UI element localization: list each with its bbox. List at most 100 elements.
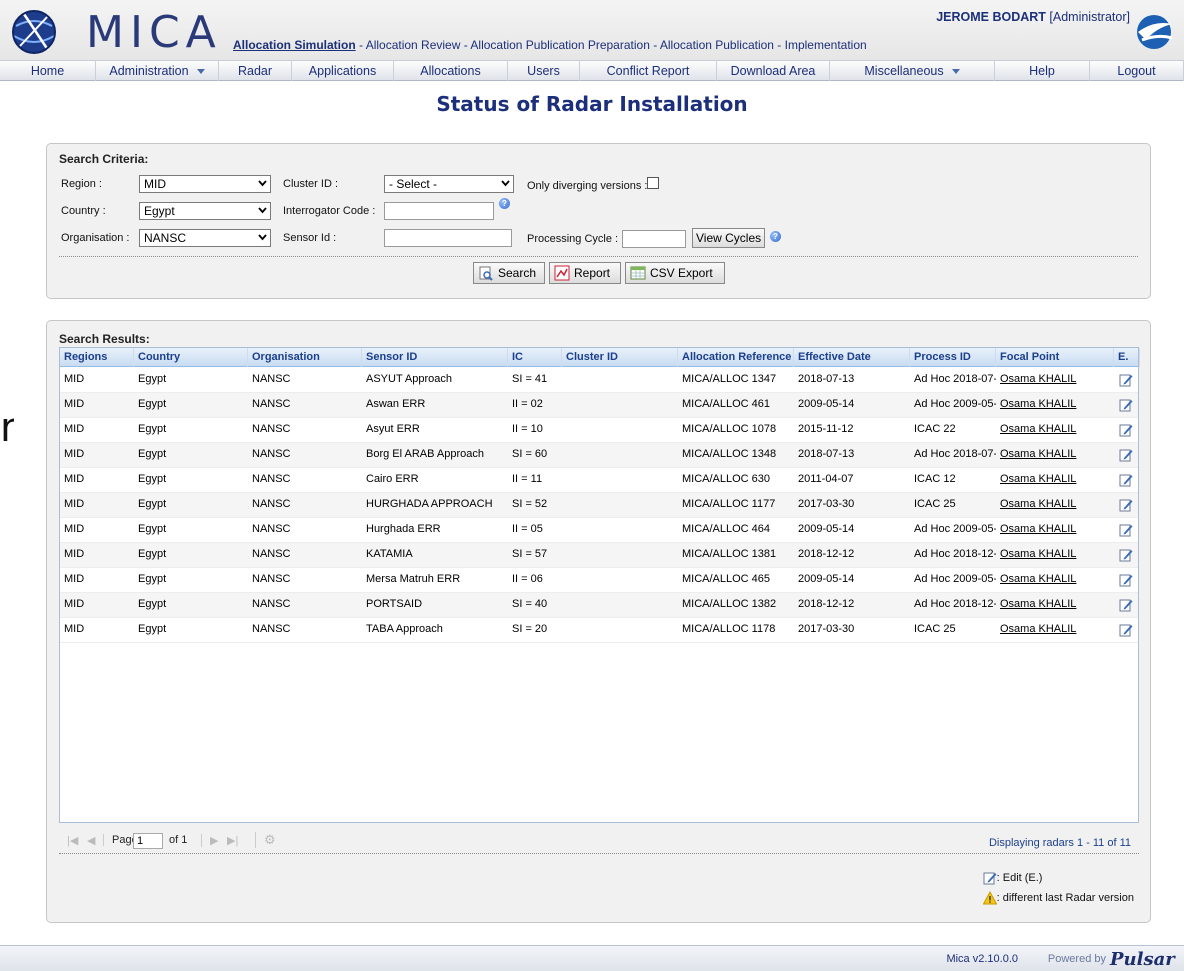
table-cell: NANSC: [252, 598, 291, 610]
phase-link[interactable]: Allocation Publication: [660, 38, 774, 52]
nav-item-home[interactable]: Home: [0, 61, 96, 81]
focal-point-link[interactable]: Osama KHALIL: [996, 443, 1114, 467]
only-diverging-checkbox[interactable]: [647, 177, 659, 189]
column-header[interactable]: E.: [1114, 348, 1140, 367]
focal-point-link[interactable]: Osama KHALIL: [996, 418, 1114, 442]
edit-icon[interactable]: [1119, 598, 1133, 612]
nav-item-logout[interactable]: Logout: [1090, 61, 1184, 81]
focal-point-link[interactable]: Osama KHALIL: [996, 618, 1114, 642]
table-cell: [562, 618, 678, 642]
nav-item-download-area[interactable]: Download Area: [717, 61, 830, 81]
processing-cycle-input[interactable]: [622, 230, 686, 248]
focal-point-link[interactable]: Osama KHALIL: [996, 468, 1114, 492]
table-row[interactable]: MID Egypt NANSC Hurghada ERR II = 05 MICA/ALL…: [60, 518, 1138, 543]
previous-page-icon[interactable]: ◀: [87, 834, 95, 847]
column-header[interactable]: Allocation Reference: [678, 348, 794, 367]
country-select[interactable]: Egypt: [139, 202, 271, 220]
csv-export-button[interactable]: CSV Export: [625, 262, 725, 284]
globe-logo-icon: [12, 10, 56, 54]
sensor-id-label: Sensor Id :: [283, 232, 337, 244]
refresh-icon[interactable]: ⚙: [255, 832, 276, 848]
focal-point-link[interactable]: Osama KHALIL: [996, 568, 1114, 592]
table-cell: SI = 57: [512, 548, 548, 560]
phase-link[interactable]: Allocation Simulation: [233, 38, 356, 52]
focal-point-link[interactable]: Osama KHALIL: [996, 493, 1114, 517]
nav-item-help[interactable]: Help: [995, 61, 1090, 81]
edit-icon[interactable]: [1119, 523, 1133, 537]
search-button[interactable]: Search: [473, 262, 545, 284]
nav-item-users[interactable]: Users: [508, 61, 580, 81]
table-cell: Egypt: [138, 623, 167, 635]
mica-logo[interactable]: MICA: [8, 8, 223, 56]
help-icon[interactable]: ?: [499, 198, 510, 209]
first-page-icon[interactable]: |◀: [67, 834, 78, 847]
table-row[interactable]: MID Egypt NANSC ASYUT Approach SI = 41 MICA/A…: [60, 368, 1138, 393]
nav-item-administration[interactable]: Administration: [96, 61, 219, 81]
cluster-id-select[interactable]: - Select -: [384, 175, 514, 193]
edit-icon[interactable]: [1119, 423, 1133, 437]
nav-item-radar[interactable]: Radar: [219, 61, 292, 81]
edit-icon[interactable]: [1119, 623, 1133, 637]
nav-item-applications[interactable]: Applications: [292, 61, 394, 81]
next-page-icon[interactable]: ▶: [201, 834, 218, 847]
focal-point-link[interactable]: Osama KHALIL: [996, 518, 1114, 542]
edit-icon[interactable]: [1119, 373, 1133, 387]
column-header[interactable]: Cluster ID: [562, 348, 678, 367]
table-cell: 2011-04-07: [798, 473, 854, 485]
table-cell: KATAMIA: [366, 548, 413, 560]
nav-item-conflict-report[interactable]: Conflict Report: [580, 61, 717, 81]
edit-icon[interactable]: [1119, 548, 1133, 562]
column-header[interactable]: Organisation: [248, 348, 362, 367]
table-cell: Mersa Matruh ERR: [366, 573, 461, 585]
column-header[interactable]: Focal Point: [996, 348, 1114, 367]
search-results-title: Search Results:: [59, 332, 150, 346]
edit-icon[interactable]: [1119, 473, 1133, 487]
focal-point-link[interactable]: Osama KHALIL: [996, 368, 1114, 392]
page-number-input[interactable]: 1: [133, 833, 163, 849]
table-cell: Borg El ARAB Approach: [366, 448, 485, 460]
table-row[interactable]: MID Egypt NANSC Cairo ERR II = 11 MICA/ALLOC …: [60, 468, 1138, 493]
view-cycles-button[interactable]: View Cycles: [692, 228, 766, 248]
column-header[interactable]: Regions: [60, 348, 134, 367]
chevron-down-icon: [951, 69, 960, 75]
phase-separator: -: [649, 38, 660, 52]
table-row[interactable]: MID Egypt NANSC Borg El ARAB Approach SI = 6…: [60, 443, 1138, 468]
table-row[interactable]: MID Egypt NANSC Aswan ERR II = 02 MICA/ALLOC …: [60, 393, 1138, 418]
table-row[interactable]: MID Egypt NANSC Asyut ERR II = 10 MICA/ALLOC …: [60, 418, 1138, 443]
region-select[interactable]: MID: [139, 175, 271, 193]
help-icon[interactable]: ?: [770, 231, 781, 242]
phase-link[interactable]: Implementation: [785, 38, 867, 52]
edit-icon[interactable]: [1119, 448, 1133, 462]
table-row[interactable]: MID Egypt NANSC Mersa Matruh ERR II = 06 MICA…: [60, 568, 1138, 593]
pulsar-logo-icon[interactable]: Pulsar: [1108, 946, 1180, 970]
phase-link[interactable]: Allocation Review: [366, 38, 461, 52]
focal-point-link[interactable]: Osama KHALIL: [996, 593, 1114, 617]
table-row[interactable]: MID Egypt NANSC HURGHADA APPROACH SI = 52 MIC…: [60, 493, 1138, 518]
table-cell: Ad Hoc 2018-07-: [914, 373, 996, 385]
table-cell: ICAC 22: [914, 423, 956, 435]
column-header[interactable]: Sensor ID: [362, 348, 508, 367]
nav-item-miscellaneous[interactable]: Miscellaneous: [830, 61, 995, 81]
table-row[interactable]: MID Egypt NANSC PORTSAID SI = 40 MICA/ALLOC 1…: [60, 593, 1138, 618]
column-header[interactable]: Process ID: [910, 348, 996, 367]
nav-item-allocations[interactable]: Allocations: [394, 61, 508, 81]
edit-icon[interactable]: [1119, 573, 1133, 587]
report-button[interactable]: Report: [549, 262, 621, 284]
sensor-id-input[interactable]: [384, 229, 512, 247]
last-page-icon[interactable]: ▶|: [227, 834, 238, 847]
phase-link[interactable]: Allocation Publication Preparation: [470, 38, 649, 52]
table-cell: MICA/ALLOC 461: [682, 398, 771, 410]
column-header[interactable]: Country: [134, 348, 248, 367]
interrogator-code-input[interactable]: [384, 202, 494, 220]
organisation-select[interactable]: NANSC: [139, 229, 271, 247]
focal-point-link[interactable]: Osama KHALIL: [996, 543, 1114, 567]
column-header[interactable]: Effective Date: [794, 348, 910, 367]
region-label: Region :: [61, 178, 102, 190]
region-select-value: MID: [144, 177, 166, 191]
table-row[interactable]: MID Egypt NANSC KATAMIA SI = 57 MICA/ALLOC 13…: [60, 543, 1138, 568]
edit-icon[interactable]: [1119, 498, 1133, 512]
edit-icon[interactable]: [1119, 398, 1133, 412]
column-header[interactable]: IC: [508, 348, 562, 367]
table-row[interactable]: MID Egypt NANSC TABA Approach SI = 20 MICA/AL…: [60, 618, 1138, 643]
focal-point-link[interactable]: Osama KHALIL: [996, 393, 1114, 417]
